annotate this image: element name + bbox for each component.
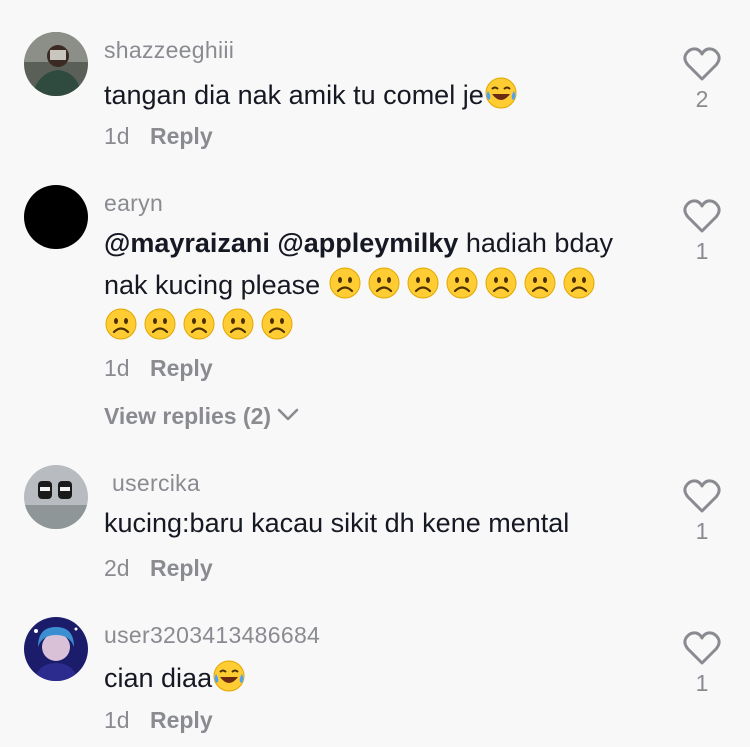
emoji-row — [328, 267, 601, 300]
laughing-tears-icon — [212, 659, 246, 693]
comment-text: tangan dia nak amik tu comel je — [104, 74, 664, 116]
comment-time: 1d — [104, 355, 130, 381]
mention-link[interactable]: @appleymilky — [277, 228, 458, 258]
heart-icon — [683, 479, 721, 513]
comment-text-content: kucing:baru kacau sikit dh kene mental — [104, 508, 570, 538]
comment-username[interactable]: user3203413486684 — [104, 622, 320, 649]
like-button[interactable]: 1 — [683, 478, 721, 545]
like-button[interactable]: 2 — [683, 46, 721, 113]
frowning-face-icon — [143, 307, 177, 341]
view-replies-button[interactable]: View replies (2) — [104, 403, 299, 430]
frowning-face-icon — [328, 266, 362, 300]
comment-time: 2d — [104, 555, 130, 581]
frowning-face-icon — [221, 307, 255, 341]
reply-button[interactable]: Reply — [150, 555, 213, 581]
frowning-face-icon — [260, 307, 294, 341]
laughing-tears-icon — [484, 76, 518, 110]
avatar-image — [24, 465, 88, 529]
frowning-face-icon — [367, 266, 401, 300]
reply-button[interactable]: Reply — [150, 123, 213, 149]
like-button[interactable]: 1 — [683, 630, 721, 697]
like-button[interactable]: 1 — [683, 198, 721, 265]
avatar[interactable] — [24, 617, 88, 681]
comment-text-line — [104, 305, 664, 347]
frowning-face-icon — [406, 266, 440, 300]
like-count: 1 — [695, 518, 709, 544]
comment-meta: 1d Reply — [104, 707, 213, 734]
comment-time: 1d — [104, 123, 130, 149]
comment-username[interactable]: shazzeeghiii — [104, 37, 234, 64]
heart-icon — [683, 199, 721, 233]
comment-text-content: hadiah bday — [465, 228, 613, 258]
reply-button[interactable]: Reply — [150, 707, 213, 733]
frowning-face-icon — [104, 307, 138, 341]
comment-text: @mayraizani @appleymilky hadiah bday — [104, 222, 664, 264]
frowning-face-icon — [484, 266, 518, 300]
comment-username[interactable]: earyn — [104, 190, 163, 217]
avatar-image — [24, 32, 88, 96]
heart-icon — [683, 631, 721, 665]
like-count: 1 — [695, 670, 709, 696]
avatar[interactable] — [24, 465, 88, 529]
heart-icon — [683, 47, 721, 81]
avatar[interactable] — [24, 185, 88, 249]
view-replies-label: View replies (2) — [104, 403, 272, 429]
frowning-face-icon — [523, 266, 557, 300]
comment-meta: 2d Reply — [104, 555, 213, 582]
emoji-row — [104, 308, 299, 341]
avatar-image — [24, 185, 88, 249]
reply-button[interactable]: Reply — [150, 355, 213, 381]
chevron-down-icon — [278, 408, 299, 421]
comment-text: cian diaa — [104, 657, 664, 699]
comment-text-content: nak kucing please — [104, 270, 321, 300]
avatar-image — [24, 617, 88, 681]
frowning-face-icon — [182, 307, 216, 341]
comment-text: kucing:baru kacau sikit dh kene mental — [104, 502, 664, 544]
comment-text-line: nak kucing please — [104, 264, 664, 306]
like-count: 1 — [695, 238, 709, 264]
like-count: 2 — [695, 86, 709, 112]
comment-text-content: tangan dia nak amik tu comel je — [104, 80, 484, 110]
comment-meta: 1d Reply — [104, 355, 213, 382]
frowning-face-icon — [562, 266, 596, 300]
comment-meta: 1d Reply — [104, 123, 213, 150]
comment-username[interactable]: usercika — [112, 470, 200, 497]
mention-link[interactable]: @mayraizani — [104, 228, 270, 258]
comment-text-content: cian diaa — [104, 663, 213, 693]
frowning-face-icon — [445, 266, 479, 300]
comment-time: 1d — [104, 707, 130, 733]
avatar[interactable] — [24, 32, 88, 96]
